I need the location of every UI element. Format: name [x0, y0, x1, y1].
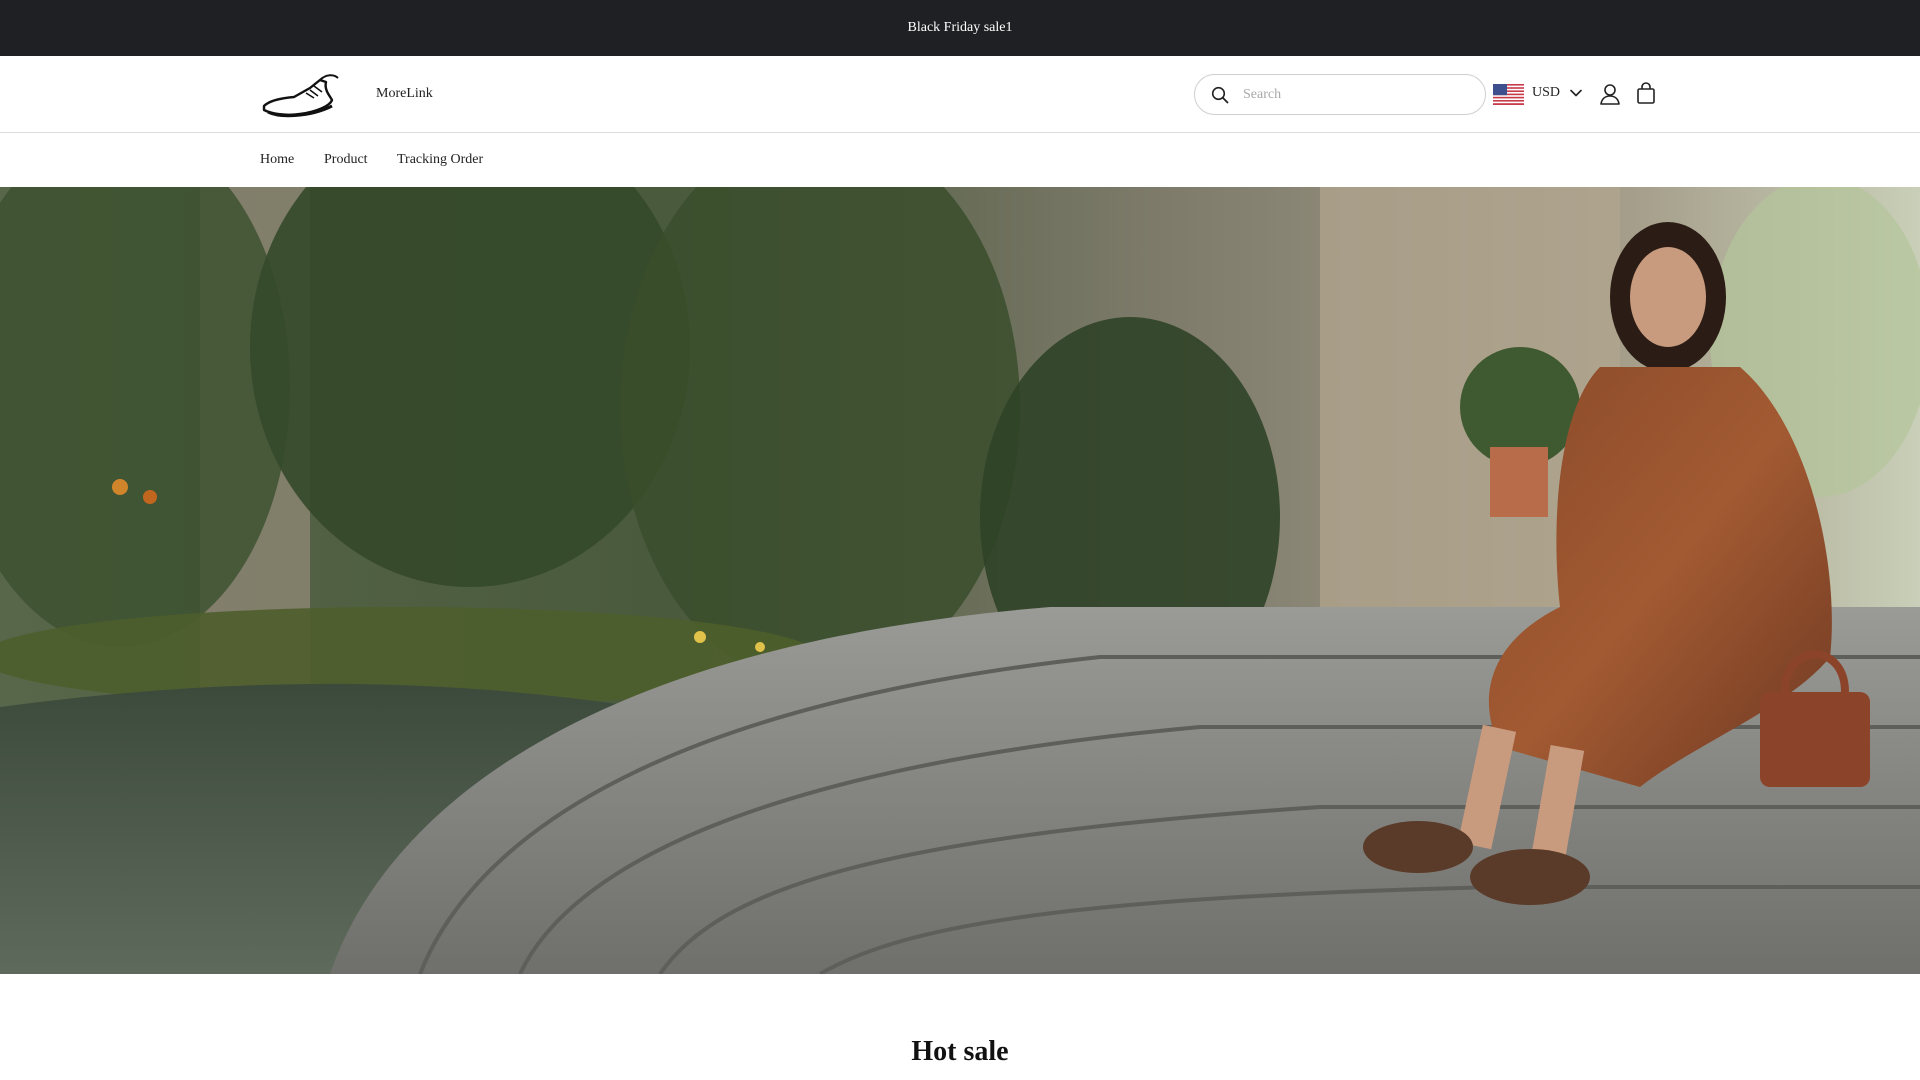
main-nav: Home Product Tracking Order — [0, 134, 1920, 187]
site-header: MoreLink USD — [0, 56, 1920, 133]
nav-item-tracking-order[interactable]: Tracking Order — [397, 152, 483, 168]
search-icon[interactable] — [1209, 84, 1231, 106]
shopping-bag-icon[interactable] — [1635, 81, 1657, 105]
nav-item-product[interactable]: Product — [324, 152, 368, 168]
hero-banner[interactable] — [0, 187, 1920, 974]
hot-sale-heading: Hot sale — [911, 1036, 1009, 1067]
nav-item-home[interactable]: Home — [260, 152, 294, 168]
announcement-bar: Black Friday sale1 — [0, 0, 1920, 56]
hero-banner-photo — [0, 187, 1920, 974]
brand-link[interactable]: MoreLink — [376, 86, 433, 102]
search-input[interactable] — [1243, 86, 1473, 103]
announcement-text: Black Friday sale1 — [907, 20, 1013, 35]
account-icon[interactable] — [1599, 82, 1621, 106]
sneaker-logo-icon[interactable] — [260, 70, 342, 120]
chevron-down-icon[interactable] — [1569, 86, 1583, 100]
us-flag-icon[interactable] — [1493, 84, 1524, 105]
currency-selector[interactable]: USD — [1532, 85, 1560, 101]
search-box[interactable] — [1194, 74, 1486, 115]
